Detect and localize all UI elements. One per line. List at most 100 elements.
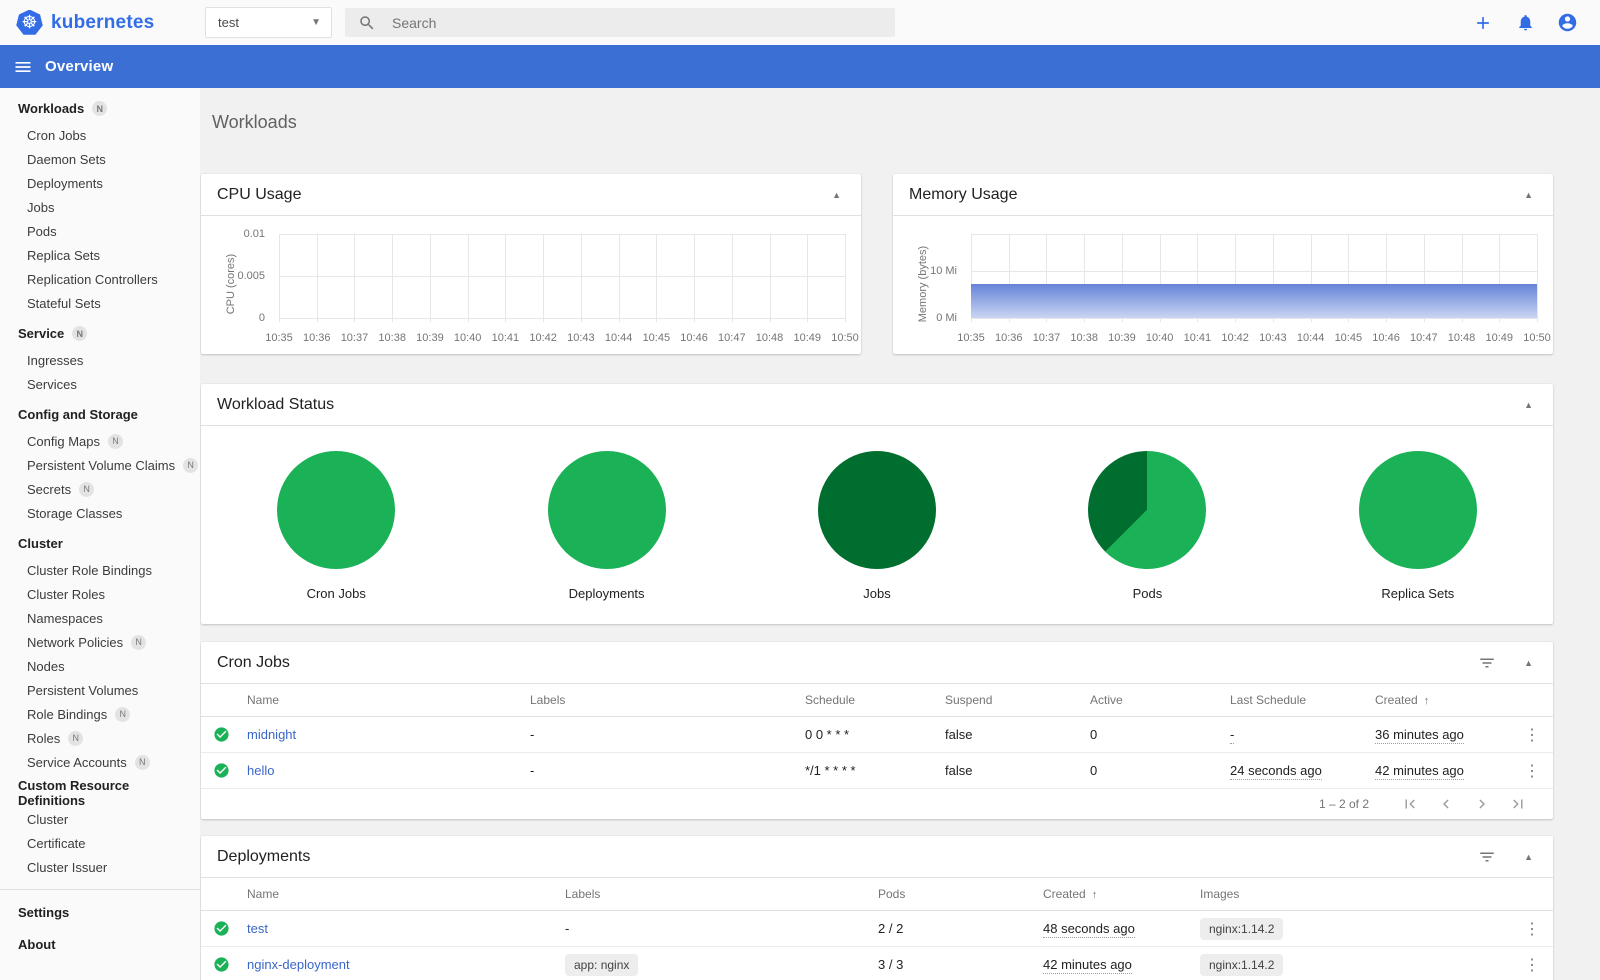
x-axis-tick: 10:35 bbox=[265, 332, 293, 344]
workload-status-title: Workload Status bbox=[217, 395, 335, 413]
col-header-suspend[interactable]: Suspend bbox=[945, 693, 1090, 707]
row-menu-button[interactable]: ⋮ bbox=[1523, 725, 1541, 745]
gridline bbox=[429, 234, 431, 322]
sidebar-item-network-policies[interactable]: Network Policies N bbox=[0, 630, 200, 654]
sidebar-item-service-accounts[interactable]: Service Accounts N bbox=[0, 750, 200, 774]
sidebar-item-settings[interactable]: Settings bbox=[0, 896, 200, 928]
memory-usage-area bbox=[971, 284, 1537, 318]
sidebar-item-deployments[interactable]: Deployments bbox=[0, 171, 200, 195]
page-title: Workloads bbox=[212, 112, 297, 132]
col-header-labels[interactable]: Labels bbox=[530, 693, 805, 707]
main-content: Workloads CPU Usage ▲ CPU (cores) 0 0.005… bbox=[200, 88, 1600, 980]
workload-pie-pods: Pods bbox=[1012, 451, 1282, 601]
cron-jobs-card: Cron Jobs ▲ Name Labels Schedule Suspend… bbox=[201, 642, 1553, 819]
sidebar-item-cluster-roles[interactable]: Cluster Roles bbox=[0, 582, 200, 606]
col-header-last-schedule[interactable]: Last Schedule bbox=[1230, 693, 1375, 707]
sidebar-item-replica-sets[interactable]: Replica Sets bbox=[0, 243, 200, 267]
sidebar-section-service[interactable]: Service N bbox=[0, 319, 200, 348]
sidebar-section-workloads[interactable]: Workloads N bbox=[0, 94, 200, 123]
sidebar-section-config-and-storage[interactable]: Config and Storage bbox=[0, 400, 200, 429]
cell-last-schedule: 24 seconds ago bbox=[1230, 763, 1322, 780]
x-axis-tick: 10:45 bbox=[642, 332, 671, 344]
sidebar-section-custom-resource-definitions[interactable]: Custom Resource Definitions bbox=[0, 778, 200, 808]
filter-button[interactable] bbox=[1478, 848, 1496, 866]
sidebar-item-pods[interactable]: Pods bbox=[0, 219, 200, 243]
row-link[interactable]: midnight bbox=[247, 727, 530, 742]
col-header-created[interactable]: Created ↑ bbox=[1043, 887, 1200, 901]
sidebar-item-namespaces[interactable]: Namespaces bbox=[0, 606, 200, 630]
kubernetes-logo[interactable]: ☸ kubernetes bbox=[16, 0, 154, 45]
plus-icon bbox=[1477, 16, 1489, 29]
col-header-name[interactable]: Name bbox=[247, 887, 565, 901]
col-header-name[interactable]: Name bbox=[247, 693, 530, 707]
namespace-select[interactable]: test ▼ bbox=[205, 7, 332, 38]
sidebar-item-cluster-role-bindings[interactable]: Cluster Role Bindings bbox=[0, 558, 200, 582]
cell-created: 48 seconds ago bbox=[1043, 921, 1135, 938]
sidebar-item-label: Services bbox=[27, 376, 77, 392]
sidebar-item-ingresses[interactable]: Ingresses bbox=[0, 348, 200, 372]
account-button[interactable] bbox=[1556, 12, 1578, 34]
sidebar-item-role-bindings[interactable]: Role Bindings N bbox=[0, 702, 200, 726]
sidebar-item-roles[interactable]: Roles N bbox=[0, 726, 200, 750]
col-header-schedule[interactable]: Schedule bbox=[805, 693, 945, 707]
filter-button[interactable] bbox=[1478, 654, 1496, 672]
cpu-plot bbox=[279, 234, 846, 322]
y-axis-tick: 10 Mi bbox=[930, 265, 957, 278]
collapse-arrow-icon[interactable]: ▲ bbox=[1520, 848, 1537, 866]
sidebar-item-jobs[interactable]: Jobs bbox=[0, 195, 200, 219]
pie-label: Pods bbox=[1132, 586, 1163, 601]
row-link[interactable]: nginx-deployment bbox=[247, 957, 565, 972]
sidebar-section-cluster[interactable]: Cluster bbox=[0, 529, 200, 558]
pagination-controls bbox=[1401, 795, 1527, 813]
table-row: hello - */1 * * * * false 0 24 seconds ago 42 … bbox=[201, 753, 1553, 789]
page-heading: Overview bbox=[45, 58, 114, 75]
last-page-button[interactable] bbox=[1509, 795, 1527, 813]
collapse-arrow-icon[interactable]: ▲ bbox=[1520, 186, 1537, 204]
sidebar-item-replication-controllers[interactable]: Replication Controllers bbox=[0, 267, 200, 291]
sidebar-item-cluster[interactable]: Cluster bbox=[0, 807, 200, 831]
sidebar-item-daemon-sets[interactable]: Daemon Sets bbox=[0, 147, 200, 171]
sidebar-item-label: Stateful Sets bbox=[27, 295, 101, 311]
previous-page-button[interactable] bbox=[1437, 795, 1455, 813]
first-page-button[interactable] bbox=[1401, 795, 1419, 813]
sidebar: Workloads N Cron Jobs Daemon Sets Deployment… bbox=[0, 88, 200, 980]
account-icon bbox=[1558, 13, 1576, 32]
collapse-arrow-icon[interactable]: ▲ bbox=[1520, 396, 1537, 414]
sidebar-item-cron-jobs[interactable]: Cron Jobs bbox=[0, 123, 200, 147]
notifications-button[interactable] bbox=[1514, 12, 1536, 34]
sidebar-item-about[interactable]: About bbox=[0, 928, 200, 960]
sidebar-item-persistent-volumes[interactable]: Persistent Volumes bbox=[0, 678, 200, 702]
sidebar-item-services[interactable]: Services bbox=[0, 372, 200, 396]
sidebar-item-config-maps[interactable]: Config Maps N bbox=[0, 429, 200, 453]
col-header-images[interactable]: Images bbox=[1200, 887, 1497, 901]
row-menu-button[interactable]: ⋮ bbox=[1523, 955, 1541, 975]
collapse-arrow-icon[interactable]: ▲ bbox=[1520, 654, 1537, 672]
sidebar-item-nodes[interactable]: Nodes bbox=[0, 654, 200, 678]
search-input[interactable] bbox=[392, 14, 895, 31]
sidebar-item-label: Network Policies bbox=[27, 634, 124, 650]
sidebar-item-storage-classes[interactable]: Storage Classes bbox=[0, 501, 200, 525]
col-header-created[interactable]: Created ↑ bbox=[1375, 693, 1497, 707]
sidebar-item-certificate[interactable]: Certificate bbox=[0, 831, 200, 855]
row-menu-button[interactable]: ⋮ bbox=[1523, 919, 1541, 939]
cpu-y-ticks: 0 0.005 0.01 bbox=[201, 228, 273, 324]
search-icon bbox=[360, 15, 374, 29]
menu-icon[interactable] bbox=[13, 57, 33, 77]
pie-chart bbox=[547, 451, 666, 569]
x-axis-tick: 10:44 bbox=[604, 332, 633, 344]
workload-pie-cron-jobs: Cron Jobs bbox=[201, 451, 471, 601]
row-link[interactable]: test bbox=[247, 921, 565, 936]
sidebar-item-stateful-sets[interactable]: Stateful Sets bbox=[0, 291, 200, 315]
col-header-pods[interactable]: Pods bbox=[878, 887, 1043, 901]
col-header-active[interactable]: Active bbox=[1090, 693, 1230, 707]
x-axis-tick: 10:49 bbox=[1485, 332, 1514, 344]
sidebar-item-persistent-volume-claims[interactable]: Persistent Volume Claims N bbox=[0, 453, 200, 477]
sidebar-item-secrets[interactable]: Secrets N bbox=[0, 477, 200, 501]
sidebar-item-cluster-issuer[interactable]: Cluster Issuer bbox=[0, 855, 200, 879]
row-menu-button[interactable]: ⋮ bbox=[1523, 761, 1541, 781]
next-page-button[interactable] bbox=[1473, 795, 1491, 813]
create-resource-button[interactable] bbox=[1472, 12, 1494, 34]
collapse-arrow-icon[interactable]: ▲ bbox=[828, 186, 845, 204]
col-header-labels[interactable]: Labels bbox=[565, 887, 878, 901]
row-link[interactable]: hello bbox=[247, 763, 530, 778]
